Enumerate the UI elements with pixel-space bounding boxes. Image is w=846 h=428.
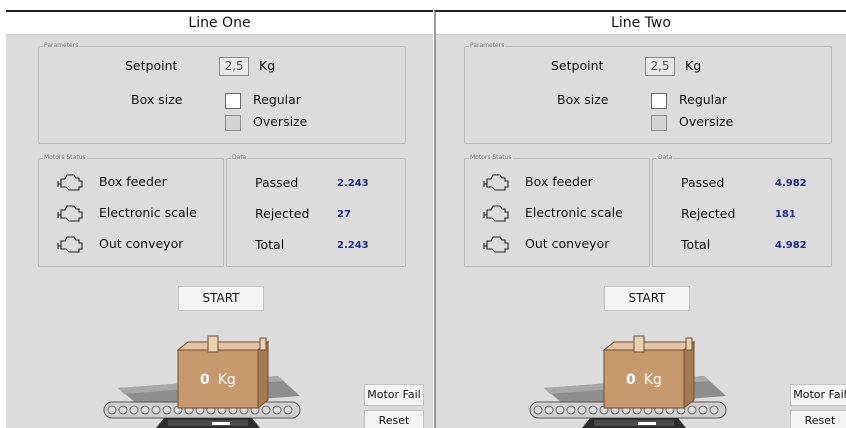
parameters-group: Parameters Setpoint 2,5 Kg Box size Regu…	[38, 42, 406, 144]
oversize-checkbox[interactable]	[225, 115, 241, 131]
conveyor-graphic: 0 Kg	[88, 328, 308, 428]
motor-label: Out conveyor	[525, 236, 610, 251]
reset-button[interactable]: Reset	[790, 410, 846, 428]
start-button[interactable]: START	[604, 286, 690, 311]
box-size-label: Box size	[131, 92, 183, 107]
parameters-group: Parameters Setpoint 2,5 Kg Box size Regu…	[464, 42, 832, 144]
line-title: Line One	[6, 12, 433, 35]
box-weight-value: 0	[626, 372, 636, 388]
motor-label: Box feeder	[525, 174, 593, 189]
data-label: Passed	[681, 175, 725, 190]
motor-icon	[57, 205, 83, 222]
regular-checkbox[interactable]	[225, 93, 241, 109]
setpoint-label: Setpoint	[125, 58, 178, 73]
regular-label: Regular	[679, 92, 727, 107]
regular-checkbox[interactable]	[651, 93, 667, 109]
line-one-panel: Line One Parameters Setpoint 2,5 Kg Box …	[6, 10, 433, 428]
setpoint-field[interactable]: 2,5	[645, 57, 675, 76]
start-button[interactable]: START	[178, 286, 264, 311]
motor-label: Box feeder	[99, 174, 167, 189]
data-value: 2.243	[337, 240, 369, 251]
setpoint-field[interactable]: 2,5	[219, 57, 249, 76]
motors-status-group: Motors Status Box feeder Electronic scal…	[464, 154, 650, 267]
data-label: Rejected	[255, 206, 310, 221]
data-group-label: Data	[657, 154, 674, 162]
data-label: Passed	[255, 175, 299, 190]
data-label: Rejected	[681, 206, 736, 221]
reset-button[interactable]: Reset	[364, 410, 424, 428]
oversize-checkbox[interactable]	[651, 115, 667, 131]
conveyor-graphic: 0 Kg	[514, 328, 734, 428]
data-group: Data Passed 4.982 Rejected 181 Total 4.9…	[652, 154, 832, 267]
parameters-group-label: Parameters	[43, 42, 80, 50]
motors-status-group-label: Motors Status	[43, 154, 87, 162]
data-value: 181	[775, 209, 796, 220]
conveyor-belt	[529, 335, 727, 428]
motor-icon	[483, 236, 509, 253]
box-weight-unit: Kg	[217, 372, 236, 388]
setpoint-unit: Kg	[685, 58, 702, 73]
motor-fail-button[interactable]: Motor Fail	[790, 384, 846, 406]
data-label: Total	[255, 237, 285, 252]
motor-icon	[57, 174, 83, 191]
motor-label: Out conveyor	[99, 236, 184, 251]
data-group-label: Data	[231, 154, 248, 162]
data-group: Data Passed 2.243 Rejected 27 Total 2.24…	[226, 154, 406, 267]
line-two-panel: Line Two Parameters Setpoint 2,5 Kg Box …	[434, 10, 846, 428]
box-size-label: Box size	[557, 92, 609, 107]
setpoint-label: Setpoint	[551, 58, 604, 73]
setpoint-unit: Kg	[259, 58, 276, 73]
regular-label: Regular	[253, 92, 301, 107]
data-value: 27	[337, 209, 351, 220]
data-value: 4.982	[775, 178, 807, 189]
parameters-group-label: Parameters	[469, 42, 506, 50]
motor-label: Electronic scale	[99, 205, 197, 220]
motor-label: Electronic scale	[525, 205, 623, 220]
oversize-label: Oversize	[253, 114, 308, 129]
motors-status-group: Motors Status Box feeder Electronic scal…	[38, 154, 224, 267]
box-weight-value: 0	[200, 372, 210, 388]
box-weight-unit: Kg	[643, 372, 662, 388]
line-title: Line Two	[436, 12, 846, 35]
box-weight-display: 0 Kg	[626, 372, 662, 388]
data-value: 4.982	[775, 240, 807, 251]
motor-icon	[57, 236, 83, 253]
motors-status-group-label: Motors Status	[469, 154, 513, 162]
oversize-label: Oversize	[679, 114, 734, 129]
data-label: Total	[681, 237, 711, 252]
conveyor-belt	[103, 335, 301, 428]
data-value: 2.243	[337, 178, 369, 189]
motor-fail-button[interactable]: Motor Fail	[364, 384, 424, 406]
box-weight-display: 0 Kg	[200, 372, 236, 388]
motor-icon	[483, 205, 509, 222]
motor-icon	[483, 174, 509, 191]
